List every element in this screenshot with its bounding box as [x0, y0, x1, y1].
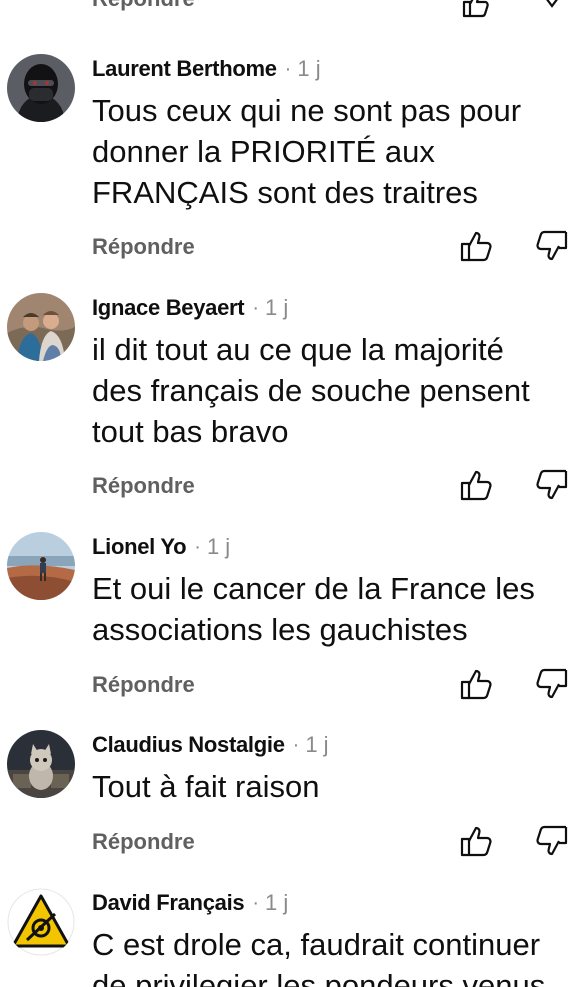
avatar[interactable] [7, 54, 75, 122]
comment-header: Ignace Beyaert · 1 j [92, 293, 288, 323]
chevron-down-icon[interactable] [540, 0, 564, 14]
author-name[interactable]: Laurent Berthome [92, 56, 277, 82]
thumb-up-icon[interactable] [458, 666, 494, 702]
separator: · [252, 296, 259, 319]
comment-actions: Répondre [0, 666, 569, 706]
thumb-up-icon[interactable] [458, 823, 494, 859]
reply-button[interactable]: Répondre [92, 829, 195, 855]
avatar[interactable] [7, 888, 75, 956]
thumb-down-icon[interactable] [536, 467, 569, 503]
timestamp: 1 j [297, 56, 321, 81]
timestamp: 1 j [265, 295, 289, 320]
comment-item: David Français · 1 j C est drole ca, fau… [0, 888, 569, 987]
comment-actions: Répondre [0, 228, 569, 268]
reply-button[interactable]: Répondre [92, 234, 195, 260]
separator: · [252, 891, 259, 914]
comment-header: Lionel Yo · 1 j [92, 532, 230, 562]
avatar[interactable] [7, 293, 75, 361]
author-name[interactable]: David Français [92, 890, 245, 916]
author-name[interactable]: Ignace Beyaert [92, 295, 245, 321]
comment-text: il dit tout au ce que la majorité des fr… [92, 332, 530, 449]
reply-button[interactable]: Répondre [92, 473, 195, 499]
avatar[interactable] [7, 532, 75, 600]
timestamp: 1 j [305, 732, 329, 757]
author-name[interactable]: Claudius Nostalgie [92, 732, 285, 758]
comment-header: David Français · 1 j [92, 888, 288, 918]
thumb-up-icon[interactable] [461, 0, 491, 18]
separator: · [292, 733, 300, 756]
comment-header: Claudius Nostalgie · 1 j [92, 730, 329, 760]
comment-header: Laurent Berthome · 1 j [92, 54, 321, 84]
timestamp: 1 j [206, 534, 231, 559]
reply-button[interactable]: Répondre [92, 672, 195, 698]
comment-text: C est drole ca, faudrait continuer de pr… [92, 927, 546, 987]
avatar[interactable] [7, 730, 75, 798]
thumb-down-icon[interactable] [536, 823, 569, 859]
comment-actions: Répondre [0, 467, 569, 507]
separator: · [284, 57, 292, 80]
comment-text: Tous ceux qui ne sont pas pour donner la… [92, 93, 522, 210]
author-name[interactable]: Lionel Yo [92, 534, 187, 560]
thumb-down-icon[interactable] [536, 228, 569, 264]
comment-actions: Répondre [0, 823, 569, 863]
previous-comment-actions: Répondre [0, 0, 569, 20]
separator: · [194, 535, 201, 558]
reply-button[interactable]: Répondre [92, 0, 195, 12]
comment-text: Et oui le cancer de la France les associ… [92, 571, 535, 647]
thumb-up-icon[interactable] [458, 467, 494, 503]
thumb-up-icon[interactable] [458, 228, 494, 264]
comment-text: Tout à fait raison [92, 769, 320, 804]
thumb-down-icon[interactable] [536, 666, 569, 702]
timestamp: 1 j [265, 890, 289, 915]
